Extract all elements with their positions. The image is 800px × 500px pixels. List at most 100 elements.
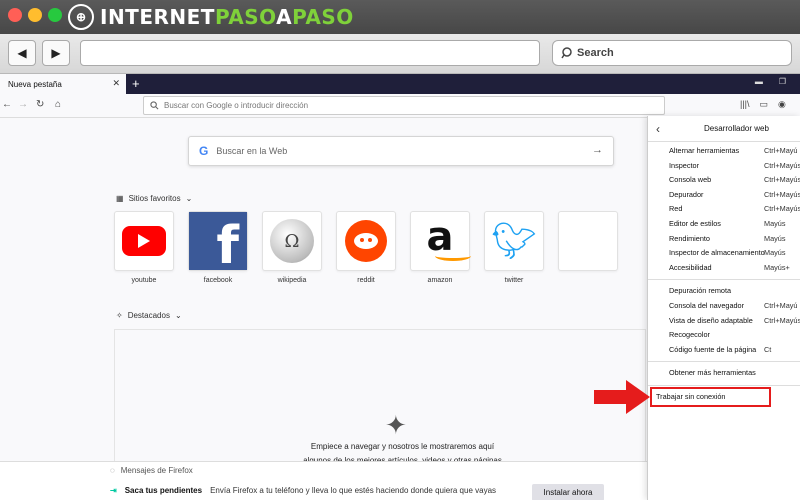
minimize-icon[interactable]: ▬ <box>755 77 763 86</box>
menu-item-toggle-tools[interactable]: Alternar herramientas Ctrl+Mayú <box>648 144 800 159</box>
tab-title: Nueva pestaña <box>8 79 62 89</box>
url-bar[interactable]: Buscar con Google o introducir dirección <box>143 96 665 115</box>
highlights-header[interactable]: ✧ Destacados ⌄ <box>116 311 182 320</box>
firefox-messages-bar: ◌ Mensajes de Firefox ⇥ Saca tus pendien… <box>0 461 647 500</box>
home-icon[interactable]: ⌂ <box>55 99 61 110</box>
dev-menu-group: Obtener más herramientas <box>648 366 800 381</box>
highlights-heading: Destacados <box>127 311 170 320</box>
url-placeholder: Buscar con Google o introducir dirección <box>164 101 309 110</box>
toolbar-icons: |||\ ▭ ◉ <box>740 99 786 110</box>
top-site-label: youtube <box>131 277 157 284</box>
dev-menu-title: Desarrollador web <box>704 124 769 133</box>
menu-item-accessibility[interactable]: Accesibilidad Mayús+ <box>648 261 800 276</box>
mac-forward-button[interactable]: ▶ <box>42 40 70 66</box>
menu-item-get-more-tools[interactable]: Obtener más herramientas <box>648 366 800 381</box>
mac-toolbar: ◀ ▶ Search <box>0 34 800 74</box>
minimize-window-button[interactable] <box>28 8 42 22</box>
mac-back-button[interactable]: ◀ <box>8 40 36 66</box>
menu-item-page-source[interactable]: Código fuente de la página Ct <box>648 343 800 358</box>
youtube-icon <box>122 226 166 256</box>
search-icon <box>150 101 159 110</box>
top-site-label: amazon <box>427 277 453 284</box>
send-to-device-icon: ⇥ <box>110 486 117 495</box>
dev-menu-group: Alternar herramientas Ctrl+Mayú Inspector… <box>648 142 800 275</box>
close-window-button[interactable] <box>8 8 22 22</box>
info-icon: ◌ <box>110 466 115 475</box>
menu-divider <box>648 384 800 386</box>
top-sites-grid: youtube f facebook Ω wikipedia reddit a … <box>114 211 618 284</box>
menu-item-storage-inspector[interactable]: Inspector de almacenamiento Mayús <box>648 246 800 261</box>
brand-text: INTERNETPASOAPASO <box>100 5 354 29</box>
google-icon: G <box>199 144 209 158</box>
menu-divider <box>648 361 800 363</box>
web-developer-menu: ‹ Desarrollador web Alternar herramienta… <box>647 116 800 500</box>
grid-icon: ▦ <box>116 194 124 203</box>
highlight-box-annotation <box>650 387 771 407</box>
web-search-box[interactable]: G Buscar en la Web → <box>188 136 614 166</box>
empty-site-tile[interactable] <box>558 211 618 284</box>
reload-icon[interactable]: ↻ <box>36 99 44 110</box>
dev-menu-header: ‹ Desarrollador web <box>648 116 800 142</box>
restore-icon[interactable]: ❐ <box>779 77 786 86</box>
firefox-nav-bar: ← → ↻ ⌂ Buscar con Google o introducir d… <box>0 94 800 118</box>
sidebar-icon[interactable]: ▭ <box>760 99 769 110</box>
wikipedia-icon: Ω <box>270 219 314 263</box>
new-tab-button[interactable]: + <box>132 76 140 91</box>
menu-item-debugger[interactable]: Depurador Ctrl+Mayús <box>648 188 800 203</box>
back-arrow-icon[interactable]: ‹ <box>656 122 660 136</box>
menu-item-responsive-design[interactable]: Vista de diseño adaptable Ctrl+Mayús <box>648 314 800 329</box>
amazon-icon: a <box>427 217 471 261</box>
menu-item-performance[interactable]: Rendimiento Mayús <box>648 232 800 247</box>
top-sites-heading: Sitios favoritos <box>128 194 181 203</box>
top-site-tile[interactable]: a amazon <box>410 211 471 284</box>
tab-nueva-pestana[interactable]: Nueva pestaña ✕ <box>0 74 126 94</box>
brand-logo-icon: ⊕ <box>68 4 94 30</box>
mac-search-field[interactable]: Search <box>552 40 792 66</box>
window-controls: ▬ ❐ <box>755 77 786 86</box>
top-site-tile[interactable]: f facebook <box>188 211 248 284</box>
top-sites-header[interactable]: ▦ Sitios favoritos ⌄ <box>116 194 192 203</box>
sparkle-icon: ✧ <box>116 311 123 320</box>
install-now-button[interactable]: Instalar ahora <box>532 484 604 500</box>
facebook-icon: f <box>189 212 247 272</box>
dev-menu-group: Depuración remota Consola del navegador C… <box>648 284 800 357</box>
window-title-bar: ⊕ INTERNETPASOAPASO <box>0 0 800 34</box>
top-site-tile[interactable]: reddit <box>336 211 396 284</box>
top-site-tile[interactable]: youtube <box>114 211 174 284</box>
mac-address-bar[interactable] <box>80 40 540 66</box>
forward-icon[interactable]: → <box>18 99 28 110</box>
back-icon[interactable]: ← <box>2 99 12 110</box>
menu-item-style-editor[interactable]: Editor de estilos Mayús <box>648 217 800 232</box>
search-icon <box>561 47 572 59</box>
chevron-down-icon: ⌄ <box>185 194 193 203</box>
menu-item-remote-debugging[interactable]: Depuración remota <box>648 284 800 299</box>
chevron-down-icon: ⌄ <box>174 311 182 320</box>
top-site-label: wikipedia <box>277 277 307 284</box>
menu-item-browser-console[interactable]: Consola del navegador Ctrl+Mayú <box>648 299 800 314</box>
red-arrow-annotation <box>594 380 650 414</box>
menu-item-web-console[interactable]: Consola web Ctrl+Mayús <box>648 173 800 188</box>
top-site-label: reddit <box>357 277 375 284</box>
firefox-tab-strip: Nueva pestaña ✕ + ▬ ❐ <box>0 74 800 94</box>
top-site-label: facebook <box>203 277 233 284</box>
reddit-icon <box>345 220 387 262</box>
top-site-label: twitter <box>504 277 524 284</box>
menu-item-inspector[interactable]: Inspector Ctrl+Mayús <box>648 159 800 174</box>
message-body: ⇥ Saca tus pendientes Envía Firefox a tu… <box>110 486 497 495</box>
top-site-tile[interactable]: 🐦︎ twitter <box>484 211 544 284</box>
library-icon[interactable]: |||\ <box>740 99 750 110</box>
web-search-placeholder: Buscar en la Web <box>216 146 288 156</box>
menu-item-eyedropper[interactable]: Recogecolor <box>648 328 800 343</box>
messages-title: ◌ Mensajes de Firefox <box>110 466 193 475</box>
menu-item-network[interactable]: Red Ctrl+Mayús <box>648 202 800 217</box>
zoom-window-button[interactable] <box>48 8 62 22</box>
close-tab-icon[interactable]: ✕ <box>112 78 120 89</box>
account-icon[interactable]: ◉ <box>778 99 786 110</box>
site-watermark-logo: ⊕ INTERNETPASOAPASO <box>68 4 354 30</box>
menu-divider <box>648 279 800 281</box>
sparkles-icon: ✦ <box>385 410 407 440</box>
top-site-tile[interactable]: Ω wikipedia <box>262 211 322 284</box>
arrow-right-icon[interactable]: → <box>592 144 603 156</box>
twitter-icon: 🐦︎ <box>491 220 537 261</box>
mac-search-label: Search <box>577 47 614 59</box>
